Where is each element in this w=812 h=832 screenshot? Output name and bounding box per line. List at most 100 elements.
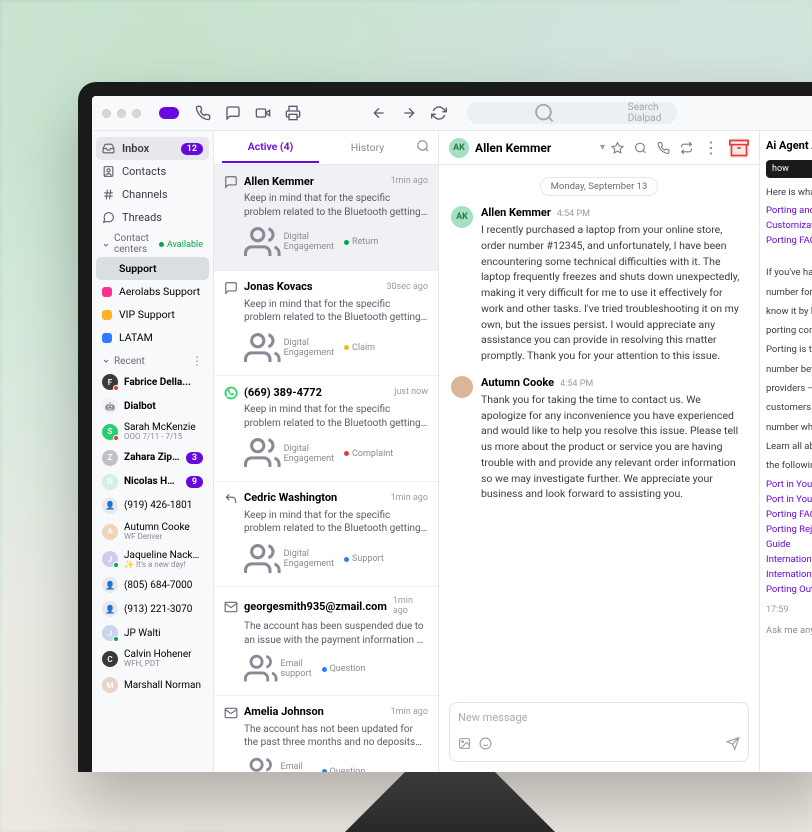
- badge: 3: [186, 452, 203, 464]
- send-icon[interactable]: [726, 734, 740, 753]
- avatar: N: [102, 474, 118, 490]
- thread-item[interactable]: Jonas Kovacs 30sec ago Keep in mind that…: [214, 271, 438, 377]
- print-icon[interactable]: [285, 105, 301, 121]
- ai-link[interactable]: Port in Your Toll-: [766, 494, 812, 505]
- message-composer[interactable]: New message: [449, 702, 749, 762]
- badge: 9: [186, 476, 203, 488]
- date-divider: Monday, September 13: [451, 179, 747, 192]
- avatar: Z: [102, 450, 118, 466]
- nav-threads[interactable]: Threads: [96, 206, 209, 229]
- nav-channels[interactable]: Channels: [96, 183, 209, 206]
- recent-item[interactable]: 👤 (805) 684-7000: [96, 573, 209, 597]
- recent-item[interactable]: 👤 (913) 221-3070: [96, 597, 209, 621]
- ai-link[interactable]: Customization: [766, 220, 812, 231]
- thread-item[interactable]: (669) 389-4772 just now Keep in mind tha…: [214, 376, 438, 482]
- recent-item[interactable]: A Autumn CookeWF Denver: [96, 518, 209, 546]
- avatar: M: [102, 677, 118, 693]
- ai-link[interactable]: Porting FAQs: [766, 235, 812, 246]
- search-icon[interactable]: [416, 138, 430, 157]
- archive-icon[interactable]: [729, 138, 749, 158]
- reload-icon[interactable]: [431, 105, 447, 121]
- ai-link[interactable]: International Po: [766, 569, 812, 580]
- recent-item[interactable]: 🤖 Dialbot: [96, 394, 209, 418]
- recent-item[interactable]: M Marshall Norman: [96, 673, 209, 697]
- ai-link[interactable]: Porting and Num: [766, 205, 812, 216]
- transfer-icon[interactable]: [680, 138, 693, 158]
- nav-inbox[interactable]: Inbox 12: [96, 137, 209, 160]
- recent-item[interactable]: J JP Walti: [96, 621, 209, 645]
- search-placeholder: Search Dialpad: [628, 102, 677, 124]
- top-toolbar: Search Dialpad: [92, 96, 812, 131]
- chevron-down-icon: [102, 357, 110, 365]
- conversation-body: Monday, September 13 AK Allen Kemmer4:54…: [439, 165, 759, 694]
- avatar: S: [102, 424, 118, 440]
- color-dot: [102, 287, 112, 297]
- recent-item[interactable]: S Sarah McKenzieOOO 7/11 - 7/15: [96, 418, 209, 446]
- category-tag: Complaint: [344, 435, 393, 472]
- recent-header[interactable]: Recent ⋮: [96, 349, 209, 370]
- contact-name[interactable]: Allen Kemmer: [475, 141, 594, 155]
- tab-history[interactable]: History: [319, 133, 416, 162]
- more-icon[interactable]: ⋮: [703, 138, 719, 158]
- ai-assist-panel: Ai Agent Assi how Here is what I fo Port…: [760, 131, 812, 772]
- emoji-icon[interactable]: [479, 734, 492, 753]
- global-search[interactable]: Search Dialpad: [467, 102, 677, 124]
- thread-item[interactable]: Cedric Washington 1min ago Keep in mind …: [214, 482, 438, 588]
- tab-active[interactable]: Active (4): [222, 132, 319, 163]
- avatar: A: [102, 524, 118, 540]
- composer-input[interactable]: New message: [458, 711, 740, 724]
- ai-link[interactable]: Guide: [766, 539, 812, 550]
- video-icon[interactable]: [255, 105, 271, 121]
- availability-status[interactable]: Available: [159, 240, 203, 250]
- ai-link[interactable]: Porting Rejection: [766, 524, 812, 535]
- badge: 12: [181, 143, 203, 155]
- category-tag: Support: [344, 541, 384, 578]
- thread-item[interactable]: Amelia Johnson 1min ago The account has …: [214, 696, 438, 772]
- avatar: AK: [451, 206, 473, 228]
- category-tag: Question: [322, 755, 366, 772]
- contact-center-item[interactable]: Aerolabs Support: [96, 280, 209, 303]
- ai-link[interactable]: Port in Your Loca: [766, 479, 812, 490]
- recent-item[interactable]: N Nicolas Horn 9: [96, 470, 209, 494]
- recent-item[interactable]: C Calvin HohenerWFH, PDT: [96, 645, 209, 673]
- phone-icon[interactable]: [195, 105, 211, 121]
- color-dot: [102, 310, 112, 320]
- contact-centers-header[interactable]: Contactcenters Available: [96, 229, 209, 257]
- contact-center-item[interactable]: Support: [96, 257, 209, 280]
- contact-center-item[interactable]: VIP Support: [96, 303, 209, 326]
- avatar: J: [102, 625, 118, 641]
- recent-item[interactable]: Z Zahara Zipp,... 3: [96, 446, 209, 470]
- ai-timestamp: 17:59: [766, 605, 812, 615]
- more-icon[interactable]: ⋮: [191, 354, 203, 368]
- channels-icon: [102, 188, 115, 201]
- nav-forward-icon[interactable]: [401, 105, 417, 121]
- color-dot: [102, 333, 112, 343]
- recent-item[interactable]: 👤 (919) 426-1801: [96, 494, 209, 518]
- chevron-down-icon[interactable]: ▾: [600, 142, 605, 153]
- ai-ask-input[interactable]: Ask me anything: [766, 625, 812, 636]
- recent-item[interactable]: J Jaqueline Nackos✨ It's a new day!: [96, 546, 209, 574]
- phone-icon[interactable]: [657, 138, 670, 158]
- contact-center-item[interactable]: LATAM: [96, 326, 209, 349]
- category-tag: Question: [322, 652, 366, 686]
- conversation-header: AK Allen Kemmer ▾ ⋮: [439, 131, 759, 165]
- ai-link[interactable]: International Por: [766, 554, 812, 565]
- thread-item[interactable]: Allen Kemmer 1min ago Keep in mind that …: [214, 165, 438, 271]
- ai-panel-title: Ai Agent Assi: [766, 139, 812, 152]
- channel-tag: Digital Engagement: [244, 541, 334, 578]
- chevron-down-icon: [102, 241, 110, 249]
- ai-link[interactable]: Porting FAQs: [766, 509, 812, 520]
- search-icon[interactable]: [634, 138, 647, 158]
- star-icon[interactable]: [611, 138, 624, 158]
- nav-contacts[interactable]: Contacts: [96, 160, 209, 183]
- nav-back-icon[interactable]: [371, 105, 387, 121]
- ai-link[interactable]: Porting Out Dialp: [766, 584, 812, 595]
- ai-query-chip: how: [766, 160, 812, 178]
- image-icon[interactable]: [458, 734, 471, 753]
- category-tag: Return: [344, 224, 378, 261]
- thread-item[interactable]: georgesmith935@zmail.com 1min ago The ac…: [214, 587, 438, 696]
- recent-item[interactable]: F Fabrice Della...: [96, 370, 209, 394]
- message-icon[interactable]: [225, 105, 241, 121]
- avatar: C: [102, 651, 118, 667]
- window-traffic-lights[interactable]: [102, 109, 141, 118]
